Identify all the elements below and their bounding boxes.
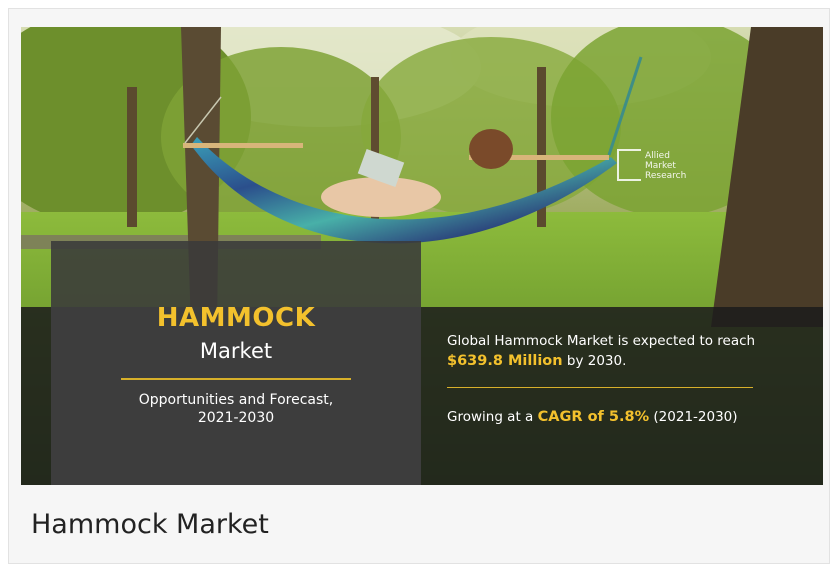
cagr-statement: Growing at a CAGR of 5.8% (2021-2030) (447, 407, 817, 427)
description-line-2: 2021-2030 (197, 410, 275, 426)
logo-mark-icon (617, 149, 641, 181)
market-size-line: $639.8 Million by 2030. (447, 351, 817, 371)
cagr-suffix: (2021-2030) (649, 409, 738, 425)
banner-title: HAMMOCK (156, 303, 316, 333)
market-size-statement: Global Hammock Market is expected to rea… (447, 331, 817, 371)
image-caption: Hammock Market (31, 509, 269, 540)
image-card: Allied Market Research HAMMOCK Market Op… (8, 8, 830, 564)
market-size-suffix: by 2030. (562, 353, 627, 369)
logo-line-1: Allied (645, 151, 670, 161)
description-line-1: Opportunities and Forecast, (138, 392, 334, 408)
hammock-market-banner: Allied Market Research HAMMOCK Market Op… (21, 27, 823, 485)
logo-line-2: Market (645, 161, 676, 171)
banner-description: Opportunities and Forecast, 2021-2030 (51, 391, 421, 427)
cagr-value: CAGR of 5.8% (537, 409, 650, 425)
allied-market-research-logo: Allied Market Research (617, 147, 697, 185)
market-size-prefix: Global Hammock Market is expected to rea… (447, 333, 756, 349)
stats-divider (447, 387, 753, 388)
logo-line-3: Research (645, 171, 687, 181)
cagr-prefix: Growing at a (447, 409, 538, 425)
banner-subtitle: Market (199, 339, 273, 363)
title-divider (121, 378, 351, 380)
market-size-value: $639.8 Million (447, 353, 563, 369)
